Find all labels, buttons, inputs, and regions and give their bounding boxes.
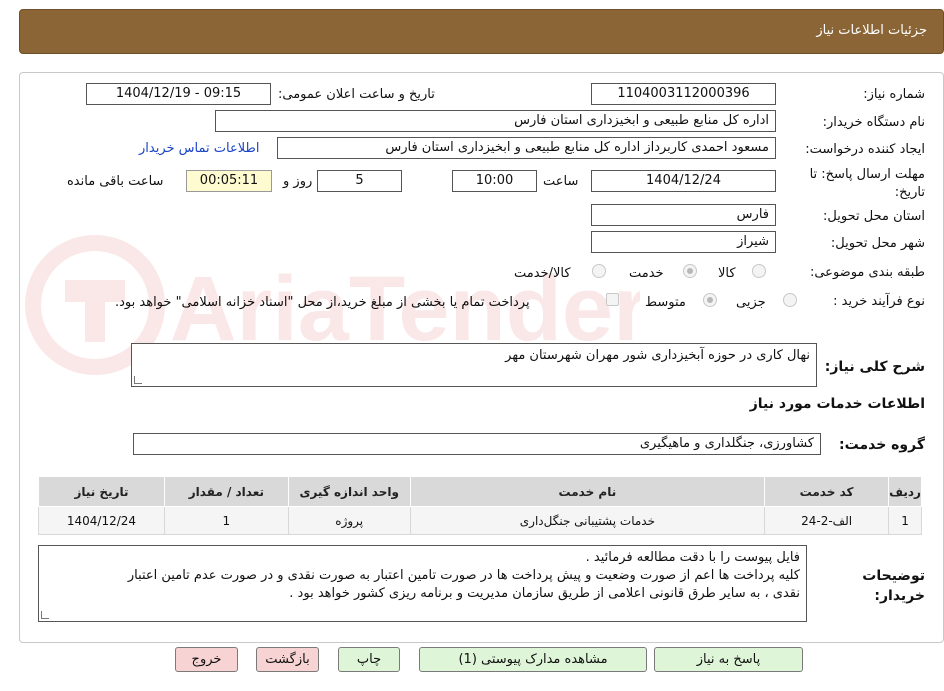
process-option-medium: متوسط [645, 295, 686, 310]
process-radio-minor[interactable] [783, 293, 797, 307]
category-radio-goods-service[interactable] [592, 264, 606, 278]
treasury-checkbox[interactable] [606, 293, 619, 306]
remaining-timer: 00:05:11 [186, 170, 272, 192]
deadline-time-field: 10:00 [452, 170, 537, 192]
summary-textarea: نهال کاری در حوزه آبخیزداری شور مهران شه… [131, 343, 817, 387]
city-label: شهر محل تحویل: [830, 236, 925, 251]
buyer-notes-line-2: کلیه پرداخت ها اعم از صورت وضعیت و پیش پ… [127, 568, 800, 583]
col-header-service-code: کد خدمت [764, 476, 890, 507]
services-section-title: اطلاعات خدمات مورد نیاز [749, 396, 925, 412]
buyer-notes-line-1: فایل پیوست را با دقت مطالعه فرمائید . [585, 550, 800, 565]
days-field: 5 [317, 170, 402, 192]
back-button[interactable]: بازگشت [256, 647, 319, 672]
table-header-row: ردیف کد خدمت نام خدمت واحد اندازه گیری ت… [38, 476, 922, 507]
buyer-notes-line-3: نقدی ، به سایر طرق قانونی اعلامی از طریق… [289, 586, 800, 601]
service-group-label: گروه خدمت: [839, 437, 925, 453]
col-header-row-number: ردیف [888, 476, 922, 507]
category-option-service: خدمت [629, 266, 664, 281]
province-label: استان محل تحویل: [823, 209, 925, 224]
category-label: طبقه بندی موضوعی: [809, 265, 925, 280]
category-option-goods-service: کالا/خدمت [514, 266, 571, 281]
need-number-field: 1104003112000396 [591, 83, 776, 105]
page-title: جزئیات اطلاعات نیاز [816, 23, 927, 38]
resize-grip-icon[interactable] [134, 376, 142, 384]
deadline-time-label: ساعت [543, 174, 579, 189]
col-header-need-date: تاریخ نیاز [38, 476, 165, 507]
summary-label: شرح کلی نیاز: [824, 359, 925, 375]
process-label: نوع فرآیند خرید : [833, 294, 925, 309]
col-header-service-name: نام خدمت [409, 476, 766, 507]
buyer-notes-label: توضیحات خریدار: [862, 568, 925, 604]
city-field: شیراز [591, 231, 776, 253]
buyer-org-field: اداره کل منابع طبیعی و ابخیزداری استان ف… [215, 110, 776, 132]
print-button[interactable]: چاپ [338, 647, 400, 672]
resize-grip-icon[interactable] [41, 611, 49, 619]
attachments-button[interactable]: مشاهده مدارک پیوستی (1) [419, 647, 647, 672]
remaining-label: ساعت باقی مانده [67, 174, 164, 189]
col-header-unit: واحد اندازه گیری [287, 476, 411, 507]
requester-field: مسعود احمدی کاربرداز اداره کل منابع طبیع… [277, 137, 776, 159]
cell-unit: پروژه [287, 506, 411, 535]
category-radio-service[interactable] [683, 264, 697, 278]
reply-button[interactable]: پاسخ به نیاز [654, 647, 803, 672]
announce-label: تاریخ و ساعت اعلان عمومی: [278, 87, 435, 102]
need-number-label: شماره نیاز: [863, 87, 925, 102]
buyer-org-label: نام دستگاه خریدار: [822, 115, 925, 130]
category-option-goods: کالا [718, 266, 736, 281]
cell-quantity: 1 [163, 506, 289, 535]
cell-service-name: خدمات پشتیبانی جنگل‌داری [409, 506, 766, 535]
buyer-notes-textarea: فایل پیوست را با دقت مطالعه فرمائید . کل… [38, 545, 807, 622]
services-table: ردیف کد خدمت نام خدمت واحد اندازه گیری ت… [38, 476, 922, 535]
province-field: فارس [591, 204, 776, 226]
exit-button[interactable]: خروج [175, 647, 238, 672]
process-option-minor: جزیی [736, 295, 766, 310]
cell-need-date: 1404/12/24 [38, 506, 165, 535]
days-label: روز و [283, 174, 313, 189]
contact-info-link[interactable]: اطلاعات تماس خریدار [139, 141, 259, 156]
cell-service-code: الف-2-24 [764, 506, 890, 535]
payment-note: پرداخت تمام یا بخشی از مبلغ خرید،از محل … [115, 295, 530, 310]
summary-text: نهال کاری در حوزه آبخیزداری شور مهران شه… [505, 348, 810, 363]
page-header: جزئیات اطلاعات نیاز [19, 9, 944, 54]
table-row: 1 الف-2-24 خدمات پشتیبانی جنگل‌داری پروژ… [38, 506, 922, 535]
service-group-field: کشاورزی، جنگلداری و ماهیگیری [133, 433, 821, 455]
requester-label: ایجاد کننده درخواست: [805, 142, 925, 157]
category-radio-goods[interactable] [752, 264, 766, 278]
cell-row-number: 1 [888, 506, 922, 535]
deadline-date-field: 1404/12/24 [591, 170, 776, 192]
process-radio-medium[interactable] [703, 293, 717, 307]
col-header-quantity: تعداد / مقدار [163, 476, 289, 507]
deadline-label: مهلت ارسال پاسخ: تا تاریخ: [809, 167, 925, 200]
announce-field: 1404/12/19 - 09:15 [86, 83, 271, 105]
